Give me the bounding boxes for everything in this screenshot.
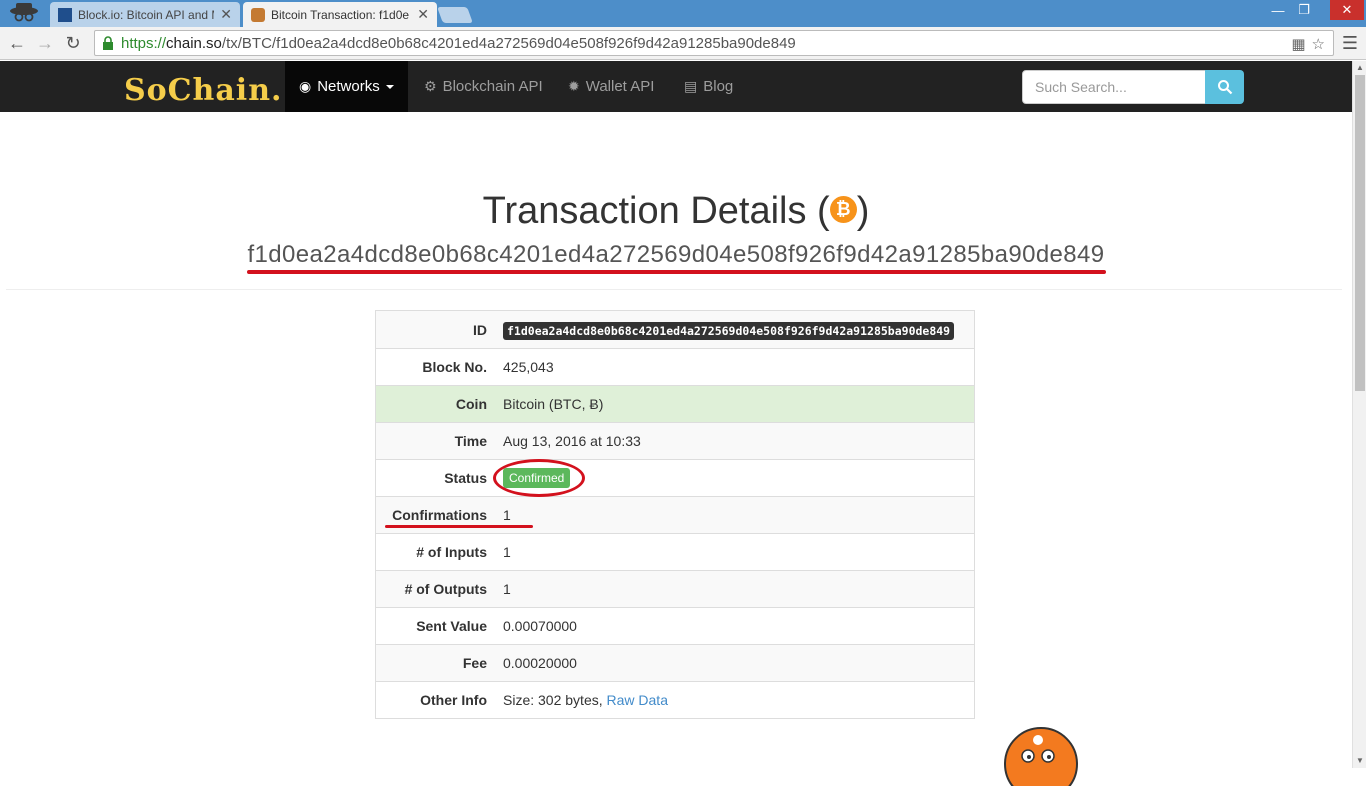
divider (6, 289, 1342, 290)
block-number-link[interactable]: 425,043 (495, 359, 554, 375)
row-label: Confirmations (392, 507, 487, 523)
row-label: # of Inputs (416, 544, 487, 560)
time-value: Aug 13, 2016 at 10:33 (503, 433, 641, 449)
table-row: Other Info Size: 302 bytes, Raw Data (376, 681, 974, 718)
minimize-icon[interactable]: — (1266, 0, 1290, 20)
nav-networks-dropdown[interactable]: ◉ Networks (285, 61, 408, 112)
tab-title: Bitcoin Transaction: f1d0e (271, 7, 410, 22)
transaction-details-table: ID f1d0ea2a4dcd8e0b68c4201ed4a272569d04e… (375, 310, 975, 719)
nav-item-label: Wallet API (585, 78, 655, 95)
bitcoin-mascot-icon (1004, 727, 1078, 786)
url-scheme: https:// (121, 34, 167, 52)
page-title-close: ) (856, 190, 870, 232)
page-title: Transaction Details (₿) (0, 190, 1352, 233)
search-icon (1217, 80, 1232, 95)
bitcoin-coin-icon: ₿ (829, 196, 857, 224)
close-icon[interactable]: ✕ (220, 6, 232, 23)
confirmations-value: 1 (503, 507, 511, 523)
browser-titlebar: Block.io: Bitcoin API and M ✕ Bitcoin Tr… (0, 0, 1366, 27)
row-label: Sent Value (416, 618, 487, 634)
scroll-up-arrow-icon[interactable]: ▲ (1353, 61, 1366, 75)
table-row: Coin Bitcoin (BTC, Ƀ) (376, 385, 974, 422)
coin-value: Bitcoin (BTC, Ƀ) (503, 396, 604, 412)
row-label: Other Info (420, 692, 487, 708)
gear-icon: ⚙ (424, 78, 437, 94)
table-row: ID f1d0ea2a4dcd8e0b68c4201ed4a272569d04e… (376, 311, 974, 348)
tx-id-value: f1d0ea2a4dcd8e0b68c4201ed4a272569d04e508… (503, 321, 955, 340)
search-button[interactable] (1205, 70, 1244, 104)
nav-blockchain-api[interactable]: ⚙ Blockchain API (424, 61, 543, 112)
blockio-favicon-icon (58, 7, 72, 22)
outputs-value: 1 (503, 581, 511, 597)
row-label: Time (454, 433, 487, 449)
cog-icon: ✹ (568, 78, 580, 94)
annotation-underline (385, 525, 533, 528)
table-row: Time Aug 13, 2016 at 10:33 (376, 422, 974, 459)
reload-icon[interactable]: ↻ (62, 32, 84, 54)
close-icon[interactable]: ✕ (417, 6, 429, 23)
url-path: /tx/BTC/f1d0ea2a4dcd8e0b68c4201ed4a27256… (221, 34, 796, 52)
row-label: ID (473, 321, 487, 338)
table-row: Block No. 425,043 (376, 348, 974, 385)
sent-value: 0.00070000 (503, 618, 577, 634)
incognito-icon (10, 3, 38, 22)
bookmark-star-icon[interactable]: ☆ (1312, 35, 1325, 53)
tab-title: Block.io: Bitcoin API and M (78, 7, 215, 22)
fee-value: 0.00020000 (503, 655, 577, 671)
table-row: Status Confirmed (376, 459, 974, 496)
translate-icon[interactable]: ▦ (1291, 35, 1305, 53)
row-label: Coin (455, 396, 487, 412)
annotation-circle (493, 459, 585, 497)
nav-wallet-api[interactable]: ✹ Wallet API (568, 61, 654, 112)
restore-icon[interactable]: ❐ (1292, 0, 1316, 20)
other-info-value: Size: 302 bytes, (503, 692, 607, 708)
url-host: chain.so (166, 34, 222, 52)
nav-item-label: Blockchain API (442, 78, 543, 95)
annotation-underline (247, 270, 1106, 274)
new-tab-button[interactable] (437, 7, 473, 23)
scroll-down-arrow-icon[interactable]: ▼ (1353, 754, 1366, 768)
nav-item-label: Networks (317, 78, 380, 95)
back-arrow-icon[interactable]: ← (6, 32, 28, 54)
nav-blog[interactable]: ▤ Blog (684, 61, 733, 112)
table-row: Sent Value 0.00070000 (376, 607, 974, 644)
caret-down-icon (385, 84, 394, 89)
scroll-thumb[interactable] (1355, 75, 1365, 391)
row-label: Block No. (422, 359, 487, 375)
browser-toolbar: ← → ↻ https:// chain.so /tx/BTC/f1d0ea2a… (0, 27, 1366, 60)
browser-tab-blockio[interactable]: Block.io: Bitcoin API and M ✕ (50, 2, 240, 27)
table-row: Fee 0.00020000 (376, 644, 974, 681)
row-label: Fee (462, 655, 487, 671)
doge-favicon-icon (251, 7, 265, 22)
table-row: # of Inputs 1 (376, 533, 974, 570)
table-row: # of Outputs 1 (376, 570, 974, 607)
nav-item-label: Blog (703, 78, 734, 95)
transaction-hash: f1d0ea2a4dcd8e0b68c4201ed4a272569d04e508… (247, 241, 1105, 268)
page-title-text: Transaction Details ( (482, 190, 830, 232)
site-logo[interactable]: SoChain. (124, 73, 282, 108)
raw-data-link[interactable]: Raw Data (607, 692, 668, 708)
book-icon: ▤ (684, 78, 698, 94)
search-input[interactable]: Such Search... (1022, 70, 1206, 104)
browser-tab-chainso[interactable]: Bitcoin Transaction: f1d0e ✕ (243, 2, 437, 27)
row-label: Status (444, 470, 487, 486)
window-close-icon[interactable]: ✕ (1330, 0, 1364, 20)
browser-menu-icon[interactable]: ☰ (1340, 33, 1360, 53)
page-scrollbar[interactable]: ▲ ▼ (1352, 61, 1366, 768)
address-bar[interactable]: https:// chain.so /tx/BTC/f1d0ea2a4dcd8e… (94, 30, 1334, 56)
play-circle-icon: ◉ (299, 78, 312, 94)
row-label: # of Outputs (404, 581, 487, 597)
inputs-value: 1 (503, 544, 511, 560)
lock-icon (103, 36, 113, 50)
site-navbar: SoChain. ◉ Networks ⚙ Blockchain API ✹ W… (0, 61, 1352, 112)
forward-arrow-icon[interactable]: → (34, 32, 56, 54)
